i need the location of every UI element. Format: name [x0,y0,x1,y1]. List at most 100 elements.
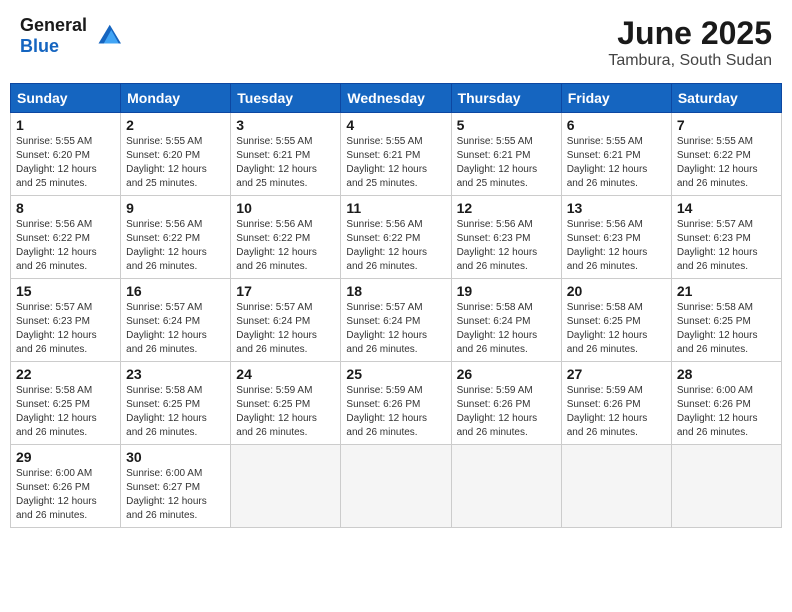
calendar-cell: 8 Sunrise: 5:56 AM Sunset: 6:22 PM Daylig… [11,196,121,279]
day-number: 1 [16,117,115,133]
day-info: Sunrise: 5:55 AM Sunset: 6:21 PM Dayligh… [457,135,556,191]
day-number: 27 [567,366,666,382]
day-number: 5 [457,117,556,133]
calendar-cell: 5 Sunrise: 5:55 AM Sunset: 6:21 PM Daylig… [451,113,561,196]
day-number: 25 [346,366,445,382]
calendar-cell: 29 Sunrise: 6:00 AM Sunset: 6:26 PM Dayli… [11,445,121,528]
day-info: Sunrise: 5:58 AM Sunset: 6:25 PM Dayligh… [677,301,776,357]
day-info: Sunrise: 5:57 AM Sunset: 6:23 PM Dayligh… [16,301,115,357]
calendar-cell: 16 Sunrise: 5:57 AM Sunset: 6:24 PM Dayli… [121,279,231,362]
calendar-week-row: 1 Sunrise: 5:55 AM Sunset: 6:20 PM Daylig… [11,113,782,196]
column-header-sunday: Sunday [11,84,121,113]
logo: General Blue [20,15,121,57]
day-number: 17 [236,283,335,299]
day-info: Sunrise: 5:55 AM Sunset: 6:20 PM Dayligh… [126,135,225,191]
calendar-table: SundayMondayTuesdayWednesdayThursdayFrid… [10,83,782,528]
day-info: Sunrise: 5:56 AM Sunset: 6:23 PM Dayligh… [457,218,556,274]
day-info: Sunrise: 5:56 AM Sunset: 6:22 PM Dayligh… [16,218,115,274]
logo-icon [91,21,121,51]
calendar-cell: 17 Sunrise: 5:57 AM Sunset: 6:24 PM Dayli… [231,279,341,362]
calendar-cell [341,445,451,528]
day-info: Sunrise: 5:57 AM Sunset: 6:24 PM Dayligh… [126,301,225,357]
calendar-cell: 4 Sunrise: 5:55 AM Sunset: 6:21 PM Daylig… [341,113,451,196]
calendar-week-row: 29 Sunrise: 6:00 AM Sunset: 6:26 PM Dayli… [11,445,782,528]
day-number: 30 [126,449,225,465]
day-number: 28 [677,366,776,382]
calendar-cell: 12 Sunrise: 5:56 AM Sunset: 6:23 PM Dayli… [451,196,561,279]
day-info: Sunrise: 5:58 AM Sunset: 6:25 PM Dayligh… [16,384,115,440]
day-info: Sunrise: 5:59 AM Sunset: 6:25 PM Dayligh… [236,384,335,440]
logo-general: General [20,15,87,35]
calendar-cell: 9 Sunrise: 5:56 AM Sunset: 6:22 PM Daylig… [121,196,231,279]
page-header: General Blue June 2025 Tambura, South Su… [10,10,782,75]
calendar-cell: 19Sunrise: 5:58 AM Sunset: 6:24 PM Dayli… [451,279,561,362]
day-info: Sunrise: 5:56 AM Sunset: 6:22 PM Dayligh… [126,218,225,274]
calendar-week-row: 15 Sunrise: 5:57 AM Sunset: 6:23 PM Dayli… [11,279,782,362]
day-number: 7 [677,117,776,133]
calendar-cell: 20Sunrise: 5:58 AM Sunset: 6:25 PM Dayli… [561,279,671,362]
column-header-monday: Monday [121,84,231,113]
calendar-cell: 18 Sunrise: 5:57 AM Sunset: 6:24 PM Dayli… [341,279,451,362]
title-area: June 2025 Tambura, South Sudan [608,15,772,70]
calendar-cell: 30Sunrise: 6:00 AM Sunset: 6:27 PM Dayli… [121,445,231,528]
column-header-saturday: Saturday [671,84,781,113]
day-number: 18 [346,283,445,299]
calendar-cell [451,445,561,528]
day-info: Sunrise: 5:59 AM Sunset: 6:26 PM Dayligh… [346,384,445,440]
day-info: Sunrise: 5:57 AM Sunset: 6:23 PM Dayligh… [677,218,776,274]
calendar-cell: 27Sunrise: 5:59 AM Sunset: 6:26 PM Dayli… [561,362,671,445]
calendar-cell: 10 Sunrise: 5:56 AM Sunset: 6:22 PM Dayli… [231,196,341,279]
calendar-cell: 1Sunrise: 5:55 AM Sunset: 6:20 PM Daylig… [11,113,121,196]
location-subtitle: Tambura, South Sudan [608,52,772,70]
day-info: Sunrise: 6:00 AM Sunset: 6:26 PM Dayligh… [677,384,776,440]
day-number: 9 [126,200,225,216]
day-info: Sunrise: 5:55 AM Sunset: 6:21 PM Dayligh… [346,135,445,191]
day-number: 4 [346,117,445,133]
day-number: 2 [126,117,225,133]
day-number: 29 [16,449,115,465]
calendar-cell: 26 Sunrise: 5:59 AM Sunset: 6:26 PM Dayli… [451,362,561,445]
day-number: 16 [126,283,225,299]
calendar-cell [231,445,341,528]
day-number: 24 [236,366,335,382]
calendar-cell: 21 Sunrise: 5:58 AM Sunset: 6:25 PM Dayli… [671,279,781,362]
day-number: 15 [16,283,115,299]
logo-text: General Blue [20,15,87,57]
calendar-cell [561,445,671,528]
calendar-cell: 25 Sunrise: 5:59 AM Sunset: 6:26 PM Dayli… [341,362,451,445]
calendar-cell [671,445,781,528]
day-info: Sunrise: 5:59 AM Sunset: 6:26 PM Dayligh… [457,384,556,440]
day-info: Sunrise: 5:56 AM Sunset: 6:22 PM Dayligh… [346,218,445,274]
calendar-cell: 14Sunrise: 5:57 AM Sunset: 6:23 PM Dayli… [671,196,781,279]
column-header-wednesday: Wednesday [341,84,451,113]
day-info: Sunrise: 5:58 AM Sunset: 6:24 PM Dayligh… [457,301,556,357]
calendar-week-row: 8 Sunrise: 5:56 AM Sunset: 6:22 PM Daylig… [11,196,782,279]
month-title: June 2025 [608,15,772,52]
day-number: 11 [346,200,445,216]
calendar-cell: 28 Sunrise: 6:00 AM Sunset: 6:26 PM Dayli… [671,362,781,445]
day-info: Sunrise: 5:57 AM Sunset: 6:24 PM Dayligh… [346,301,445,357]
day-info: Sunrise: 5:55 AM Sunset: 6:21 PM Dayligh… [567,135,666,191]
calendar-cell: 11 Sunrise: 5:56 AM Sunset: 6:22 PM Dayli… [341,196,451,279]
day-number: 13 [567,200,666,216]
calendar-week-row: 22Sunrise: 5:58 AM Sunset: 6:25 PM Dayli… [11,362,782,445]
day-number: 6 [567,117,666,133]
day-number: 8 [16,200,115,216]
day-info: Sunrise: 5:57 AM Sunset: 6:24 PM Dayligh… [236,301,335,357]
day-number: 20 [567,283,666,299]
day-info: Sunrise: 5:55 AM Sunset: 6:21 PM Dayligh… [236,135,335,191]
day-number: 3 [236,117,335,133]
day-number: 12 [457,200,556,216]
day-info: Sunrise: 5:56 AM Sunset: 6:23 PM Dayligh… [567,218,666,274]
day-info: Sunrise: 5:56 AM Sunset: 6:22 PM Dayligh… [236,218,335,274]
logo-blue: Blue [20,36,59,56]
day-info: Sunrise: 6:00 AM Sunset: 6:26 PM Dayligh… [16,467,115,523]
day-info: Sunrise: 5:58 AM Sunset: 6:25 PM Dayligh… [126,384,225,440]
day-number: 21 [677,283,776,299]
calendar-cell: 3 Sunrise: 5:55 AM Sunset: 6:21 PM Daylig… [231,113,341,196]
day-number: 26 [457,366,556,382]
column-header-friday: Friday [561,84,671,113]
calendar-cell: 23Sunrise: 5:58 AM Sunset: 6:25 PM Dayli… [121,362,231,445]
day-number: 10 [236,200,335,216]
day-info: Sunrise: 5:55 AM Sunset: 6:22 PM Dayligh… [677,135,776,191]
